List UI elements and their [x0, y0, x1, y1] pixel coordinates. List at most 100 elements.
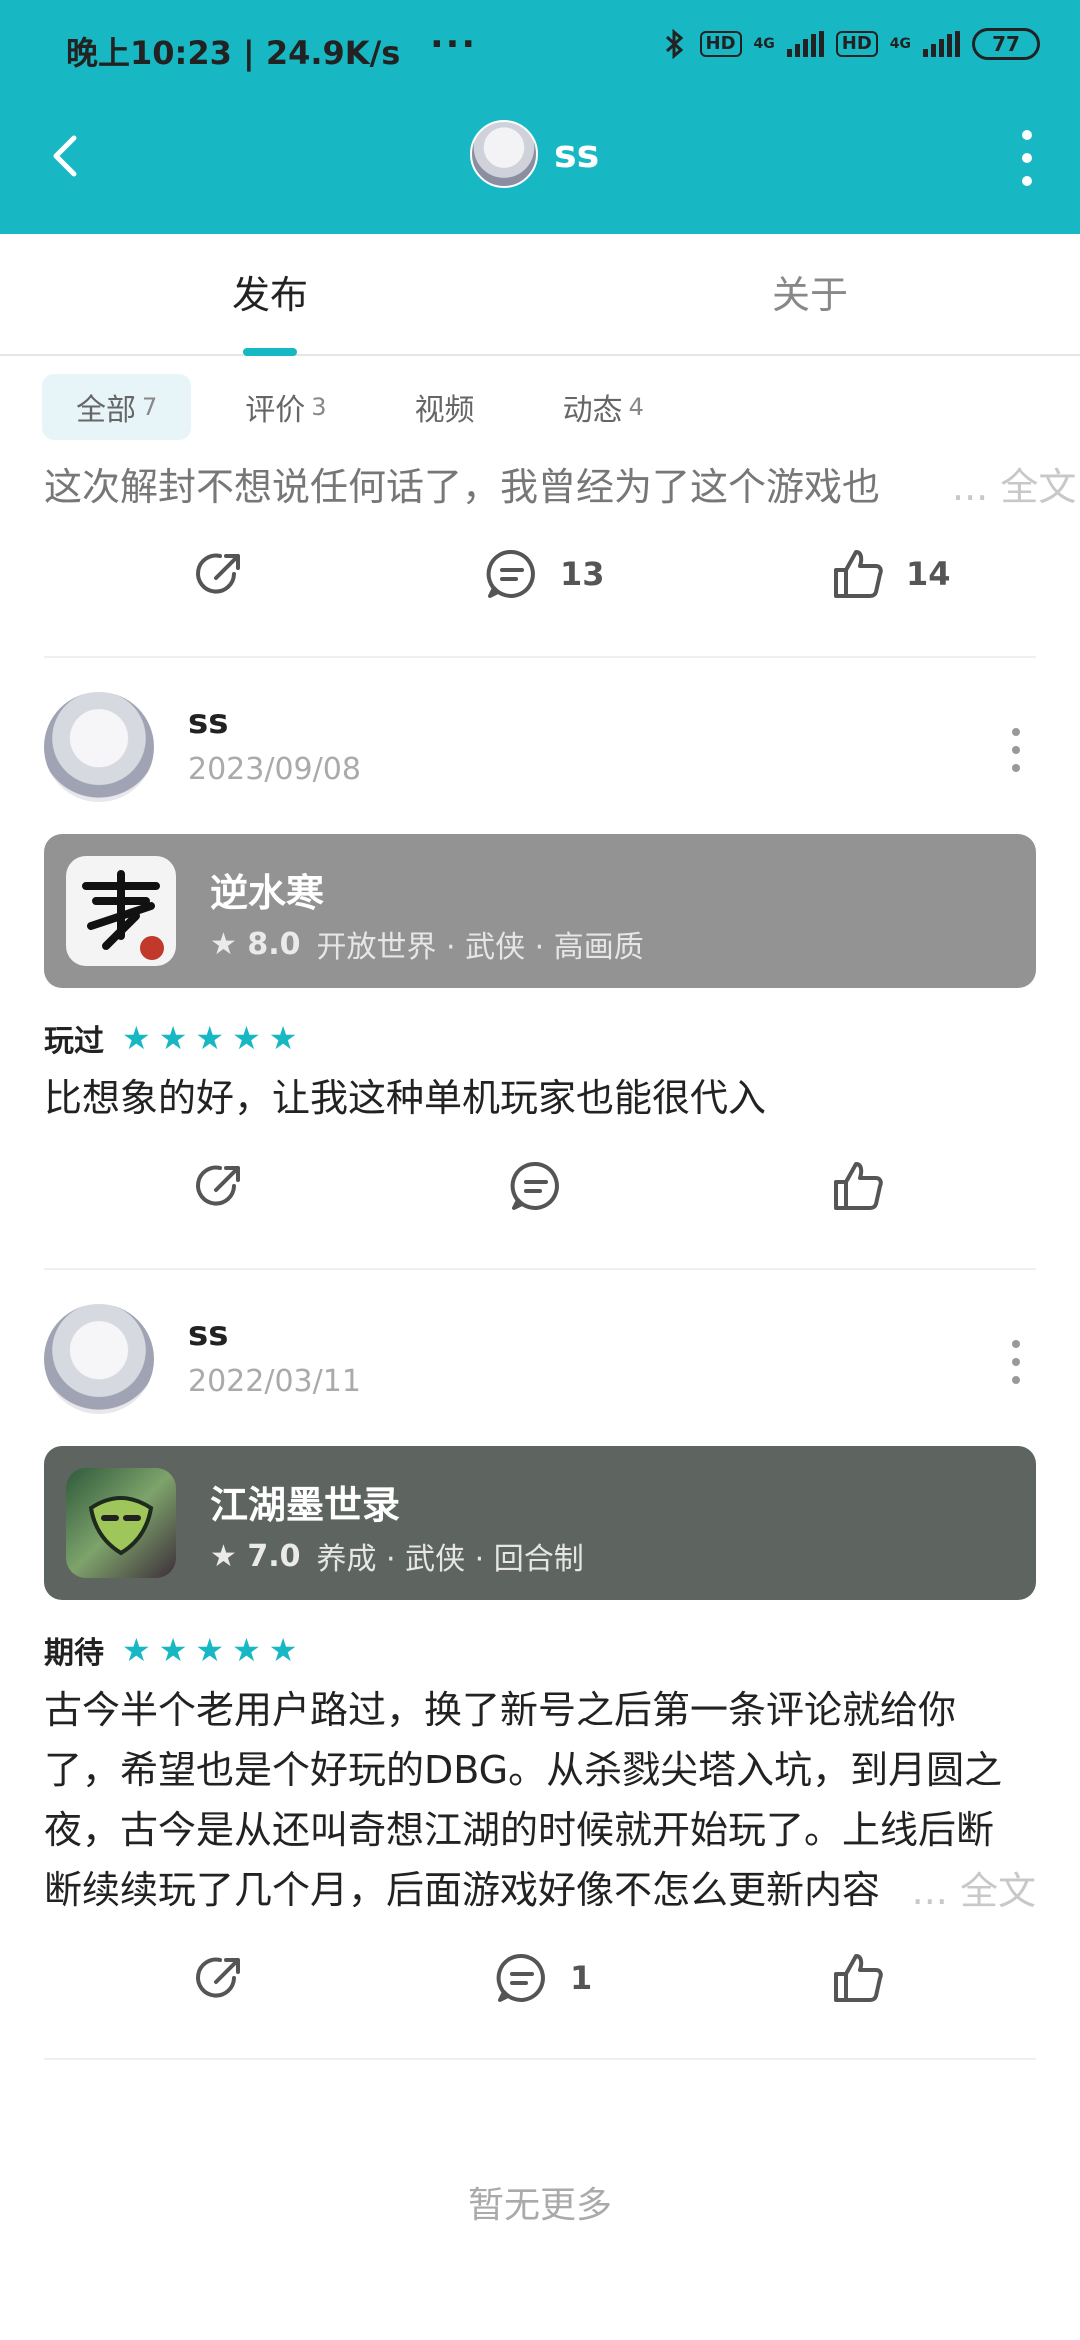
post-actions: 13 14 — [0, 544, 1080, 624]
preview-text: 这次解封不想说任何话了，我曾经为了这个游戏也 — [44, 465, 881, 509]
star-icon: ★ — [232, 1631, 261, 1669]
game-mask-icon — [88, 1496, 154, 1556]
share-button[interactable] — [190, 1948, 250, 2008]
ellipsis: ... — [952, 465, 989, 509]
game-info: ★ 7.0 养成 · 武侠 · 回合制 — [210, 1534, 584, 1578]
post-more-icon[interactable] — [1012, 1340, 1022, 1384]
game-card[interactable]: 江湖墨世录 ★ 7.0 养成 · 武侠 · 回合制 — [44, 1446, 1036, 1600]
status-bar: 晚上10:23 | 24.9K/s ··· HD 4G HD 4G 77 — [0, 0, 1080, 100]
thumbs-up-icon — [834, 1162, 883, 1210]
like-button[interactable]: 14 — [828, 544, 951, 604]
game-tags: 养成 · 武侠 · 回合制 — [316, 1542, 584, 1577]
game-score: ★ 8.0 — [210, 926, 301, 962]
comment-icon — [510, 1161, 559, 1210]
comment-button[interactable]: 13 — [482, 544, 605, 604]
filter-chips: 全部 7 评价 3 视频 动态 4 — [42, 374, 678, 440]
comment-icon — [486, 549, 535, 598]
game-icon — [66, 1468, 176, 1578]
share-icon — [196, 553, 240, 594]
filter-moments[interactable]: 动态 4 — [529, 374, 678, 440]
filter-videos[interactable]: 视频 — [381, 374, 509, 440]
avatar — [470, 120, 538, 188]
page-title: ss — [554, 132, 600, 176]
star-icon: ★ — [195, 1019, 225, 1057]
post-actions: 1 — [0, 1948, 1080, 2028]
filter-label: 视频 — [414, 393, 475, 428]
filter-reviews[interactable]: 评价 3 — [211, 374, 360, 440]
post-header: ss 2022/03/11 — [44, 1304, 1036, 1414]
tab-about[interactable]: 关于 — [772, 264, 848, 319]
score-value: 8.0 — [247, 926, 301, 962]
post-username[interactable]: ss — [188, 702, 228, 742]
avatar[interactable] — [44, 1304, 154, 1414]
score-value: 7.0 — [247, 1538, 301, 1574]
share-button[interactable] — [190, 1156, 250, 1216]
game-score: ★ 7.0 — [210, 1538, 301, 1574]
filter-all[interactable]: 全部 7 — [42, 374, 192, 440]
post-preview-text[interactable]: 这次解封不想说任何话了，我曾经为了这个游戏也 ... 全文 — [44, 456, 1076, 511]
share-icon — [196, 1165, 240, 1206]
hd-badge-1: HD — [699, 31, 742, 57]
star-icon: ★ — [122, 1631, 151, 1669]
post-more-icon[interactable] — [1012, 728, 1022, 772]
signal-icon-2 — [923, 31, 960, 57]
comment-count: 1 — [570, 1959, 593, 1997]
review-rating: 期待 ★ ★ ★ ★ ★ — [44, 1628, 297, 1672]
game-info: ★ 8.0 开放世界 · 武侠 · 高画质 — [210, 922, 644, 966]
game-tags: 开放世界 · 武侠 · 高画质 — [316, 930, 644, 965]
tab-indicator — [243, 348, 297, 356]
battery-icon: 77 — [972, 28, 1040, 60]
game-card[interactable]: 逆水寒 ★ 8.0 开放世界 · 武侠 · 高画质 — [44, 834, 1036, 988]
game-icon — [66, 856, 176, 966]
bluetooth-icon — [665, 28, 683, 60]
filter-label: 评价 — [245, 393, 306, 428]
more-options-icon[interactable] — [1012, 130, 1042, 186]
review-rating: 玩过 ★ ★ ★ ★ ★ — [44, 1016, 297, 1060]
divider — [44, 656, 1036, 658]
status-more: ··· — [430, 24, 478, 65]
back-arrow-icon[interactable] — [40, 128, 96, 184]
no-more-text: 暂无更多 — [467, 2185, 612, 2226]
review-text[interactable]: 古今半个老用户路过，换了新号之后第一条评论就给你 了，希望也是个好玩的DBG。从… — [44, 1680, 1036, 1920]
like-button[interactable] — [828, 1156, 888, 1216]
filter-label: 动态 — [562, 393, 623, 428]
nav-bar: ss — [0, 100, 1080, 234]
star-icon: ★ — [268, 1019, 298, 1057]
full-text-link[interactable]: ... 全文 — [912, 1860, 1036, 1915]
star-rating: ★ ★ ★ ★ ★ — [122, 1634, 297, 1666]
profile-title: ss — [470, 120, 599, 188]
full-text-link[interactable]: ... 全文 — [952, 456, 1076, 511]
app-header: 晚上10:23 | 24.9K/s ··· HD 4G HD 4G 77 ss — [0, 0, 1080, 234]
review-line: 了，希望也是个好玩的DBG。从杀戮尖塔入坑，到月圆之 — [44, 1748, 1003, 1792]
thumbs-up-icon — [834, 550, 883, 598]
post-username[interactable]: ss — [188, 1314, 228, 1354]
thumbs-up-icon — [834, 1954, 883, 2002]
play-status: 期待 — [44, 1636, 104, 1671]
avatar[interactable] — [44, 692, 154, 802]
tab-publish[interactable]: 发布 — [232, 264, 308, 319]
hd-badge-2: HD — [835, 31, 878, 57]
game-logo-icon — [82, 870, 164, 960]
comment-button[interactable] — [506, 1156, 566, 1216]
star-icon: ★ — [122, 1019, 151, 1057]
comment-icon — [496, 1953, 545, 2002]
post-date: 2023/09/08 — [188, 752, 361, 787]
ellipsis: ... — [911, 1869, 948, 1913]
tab-bar: 发布 关于 — [0, 234, 1080, 356]
post-actions — [0, 1156, 1080, 1236]
star-icon: ★ — [158, 1019, 188, 1057]
divider — [44, 2058, 1036, 2060]
star-icon: ★ — [268, 1631, 298, 1669]
review-text[interactable]: 比想象的好，让我这种单机玩家也能很代入 — [44, 1068, 1036, 1128]
filter-label: 全部 — [76, 393, 136, 428]
status-icons: HD 4G HD 4G 77 — [662, 28, 1040, 60]
star-rating: ★ ★ ★ ★ ★ — [122, 1022, 297, 1054]
game-name: 逆水寒 — [210, 871, 325, 915]
comment-button[interactable]: 1 — [492, 1948, 592, 2008]
signal-icon-1 — [786, 31, 824, 57]
share-button[interactable] — [190, 544, 250, 604]
filter-count: 4 — [628, 393, 644, 421]
like-button[interactable] — [828, 1948, 888, 2008]
network-label-1: 4G — [753, 36, 775, 52]
full-link-label: 全文 — [1000, 465, 1077, 509]
